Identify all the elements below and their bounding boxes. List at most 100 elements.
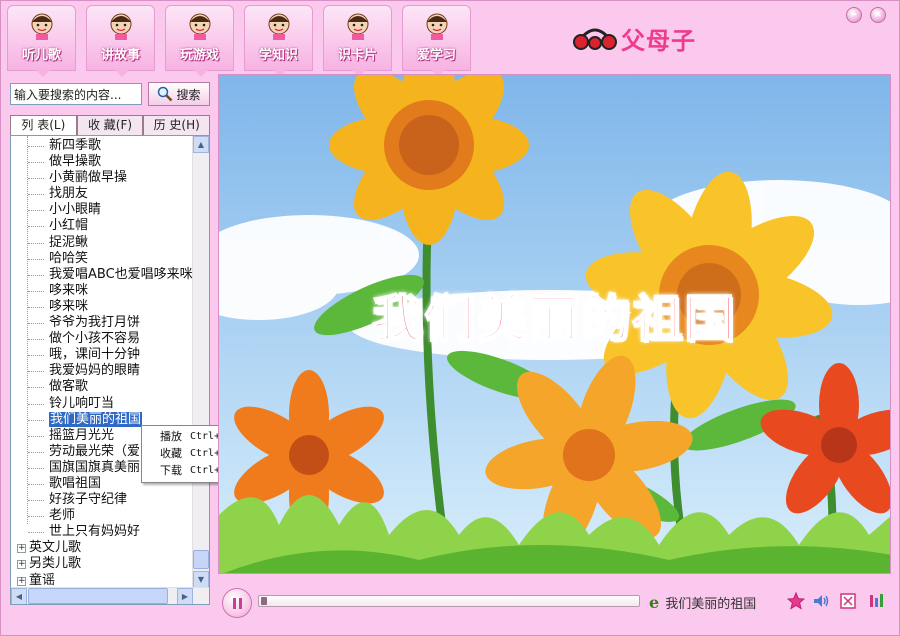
pause-bar: [233, 598, 236, 609]
tree-item-song[interactable]: 爷爷为我打月饼: [11, 315, 193, 331]
headphones-logo-icon: [573, 28, 617, 50]
video-display[interactable]: 我们美丽的祖国: [218, 74, 891, 574]
child-reading-icon: [268, 13, 290, 40]
fullscreen-icon[interactable]: [839, 592, 857, 610]
tree-item-song[interactable]: 哆来咪: [11, 299, 193, 315]
menu-item-label: 下载: [160, 464, 182, 477]
progress-knob[interactable]: [261, 597, 267, 605]
tree-horizontal-scrollbar[interactable]: ◀ ▶: [11, 587, 209, 604]
nav-tab-label: 学知识: [258, 48, 298, 63]
search-input[interactable]: [10, 83, 142, 105]
tree-item-song[interactable]: 哦，课间十分钟: [11, 347, 193, 363]
panel-tab-0[interactable]: 列 表(L): [10, 115, 77, 135]
song-title: 爷爷为我打月饼: [49, 315, 141, 331]
tree-connector: [28, 146, 44, 147]
tree-item-song[interactable]: 我爱唱ABC也爱唱哆来咪: [11, 267, 193, 283]
scroll-left-button[interactable]: ◀: [11, 588, 27, 604]
panel-tab-1[interactable]: 收 藏(F): [76, 115, 144, 135]
expand-plus-icon[interactable]: +: [17, 544, 26, 554]
song-title: 捉泥鳅: [49, 234, 89, 250]
tree-connector: [28, 226, 44, 228]
tree-item-song[interactable]: 做早操歌: [11, 154, 193, 170]
nav-tab-label: 讲故事: [100, 48, 140, 63]
star-favorite-icon[interactable]: [787, 592, 805, 610]
tree-connector: [28, 274, 44, 276]
tree-connector: [28, 210, 44, 212]
nav-tab-3[interactable]: 学知识: [244, 5, 313, 77]
tree-item-song[interactable]: 好孩子守纪律: [11, 492, 193, 508]
tree-item-song[interactable]: 哈哈笑: [11, 251, 193, 267]
pause-button[interactable]: [222, 588, 252, 618]
song-title: 我爱妈妈的眼睛: [49, 363, 141, 379]
tree-item-song[interactable]: 新四季歌: [11, 138, 193, 154]
expand-plus-icon[interactable]: +: [17, 576, 26, 586]
menu-item-label: 收藏: [160, 447, 182, 460]
song-title: 新四季歌: [49, 138, 102, 153]
song-tree[interactable]: 新四季歌 做早操歌 小黄鹂做早操 找朋友 小小眼睛 小红帽 捉泥鳅 哈哈笑 我爱唱ABC也爱唱哆…: [10, 135, 210, 605]
app-window: 听儿歌 讲故事 玩游戏 学知识 识卡片 爱学习 父母子 – × 搜索 列 表(L)收 藏(…: [0, 0, 900, 636]
search-button[interactable]: 搜索: [148, 82, 210, 106]
tree-item-song[interactable]: 做个小孩不容易: [11, 331, 193, 347]
tree-connector: [28, 467, 44, 469]
logo: 父母子: [573, 17, 733, 57]
nav-tab-arrow: [36, 70, 50, 77]
close-button[interactable]: ×: [870, 7, 886, 23]
tree-item-song[interactable]: 世上只有妈妈好: [11, 524, 193, 540]
panel-tab-2[interactable]: 历 史(H): [143, 115, 211, 135]
expand-plus-icon[interactable]: +: [17, 560, 26, 570]
progress-bar[interactable]: [258, 595, 640, 607]
nav-tab-label: 识卡片: [337, 48, 377, 63]
song-title: 小小眼睛: [49, 202, 102, 218]
tree-item-song[interactable]: 我爱妈妈的眼睛: [11, 363, 193, 379]
horizontal-scroll-thumb[interactable]: [28, 588, 168, 604]
tree-item-song[interactable]: 铃儿响叮当: [11, 396, 193, 412]
nav-tab-1[interactable]: 讲故事: [86, 5, 155, 77]
tree-item-song[interactable]: 哆来咪: [11, 283, 193, 299]
child-cards-icon: [347, 13, 369, 40]
settings-icon[interactable]: [867, 592, 885, 610]
tree-item-song[interactable]: 小红帽: [11, 218, 193, 234]
tree-connector: [28, 323, 44, 325]
tree-connector: [28, 451, 44, 453]
song-title: 老师: [49, 508, 76, 524]
scroll-right-button[interactable]: ▶: [177, 588, 193, 604]
vertical-scroll-thumb[interactable]: [193, 550, 209, 569]
song-title: 哈哈笑: [49, 250, 89, 266]
top-nav: 听儿歌 讲故事 玩游戏 学知识 识卡片 爱学习: [7, 5, 471, 77]
nav-tab-5[interactable]: 爱学习: [402, 5, 471, 77]
tree-item-category[interactable]: + 另类儿歌: [11, 556, 193, 572]
category-title: 英文儿歌: [29, 540, 82, 556]
nav-tab-0[interactable]: 听儿歌: [7, 5, 76, 77]
tree-connector: [28, 162, 44, 164]
tree-vertical-scrollbar[interactable]: ▲ ▼: [192, 136, 209, 588]
tree-item-song[interactable]: 捉泥鳅: [11, 235, 193, 251]
song-title: 我爱唱ABC也爱唱哆来咪: [49, 266, 193, 282]
tree-connector: [28, 387, 44, 389]
tree-connector: [28, 371, 44, 373]
nav-tab-2[interactable]: 玩游戏: [165, 5, 234, 77]
tree-item-song[interactable]: 老师: [11, 508, 193, 524]
tree-item-category[interactable]: + 英文儿歌: [11, 540, 193, 556]
tree-connector: [28, 194, 44, 196]
song-title: 好孩子守纪律: [49, 492, 128, 508]
girl-studying-icon: [426, 13, 448, 40]
scroll-down-button[interactable]: ▼: [193, 571, 209, 588]
nav-tab-4[interactable]: 识卡片: [323, 5, 392, 77]
song-title: 小红帽: [49, 218, 89, 234]
tree-item-song[interactable]: 找朋友: [11, 186, 193, 202]
tree-connector: [28, 258, 44, 260]
song-title: 做个小孩不容易: [49, 331, 141, 347]
tree-connector: [28, 178, 44, 180]
tree-item-song[interactable]: 小小眼睛: [11, 202, 193, 218]
brand-name: 父母子: [621, 27, 696, 55]
menu-item-label: 播放: [160, 430, 182, 443]
song-title: 做早操歌: [49, 154, 102, 170]
tree-connector: [28, 483, 44, 485]
song-title: 歌唱祖国: [49, 475, 102, 491]
song-title: 哆来咪: [49, 298, 89, 314]
scroll-up-button[interactable]: ▲: [193, 136, 209, 153]
tree-item-song[interactable]: 做客歌: [11, 379, 193, 395]
minimize-button[interactable]: –: [846, 7, 862, 23]
volume-icon[interactable]: [812, 592, 830, 610]
tree-item-song[interactable]: 小黄鹂做早操: [11, 170, 193, 186]
